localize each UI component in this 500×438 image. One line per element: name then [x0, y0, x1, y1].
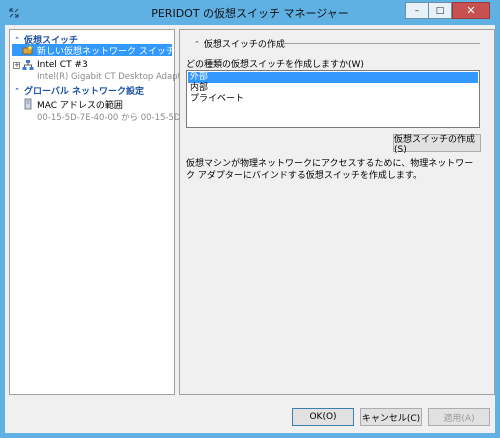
collapse-chevron-icon: ⌃ — [194, 39, 200, 48]
sidebar-item-label: 新しい仮想ネットワーク スイッチ — [37, 46, 175, 57]
expand-toggle-icon[interactable]: + — [13, 62, 20, 69]
close-icon: ✕ — [466, 4, 476, 17]
switch-type-description: 仮想マシンが物理ネットワークにアクセスするために、物理ネットワーク アダプターに… — [186, 159, 474, 181]
sidebar-item-mac-address-range[interactable]: MAC アドレスの範囲 — [22, 98, 123, 111]
new-switch-icon — [22, 44, 34, 56]
switch-manager-window: PERIDOT の仮想スイッチ マネージャー – □ ✕ ⌃ 仮想スイッチ 新し… — [0, 0, 500, 438]
list-item-external[interactable]: 外部 — [188, 72, 478, 83]
adapter-description: Intel(R) Gigabit CT Desktop Adapt... — [37, 72, 190, 82]
maximize-icon: □ — [435, 5, 445, 16]
dialog-body: ⌃ 仮想スイッチ 新しい仮想ネットワーク スイッチ + Intel CT #3 … — [5, 25, 495, 433]
section-divider — [284, 43, 480, 44]
cancel-button[interactable]: キャンセル(C) — [360, 408, 422, 426]
sidebar-item-label: Intel CT #3 — [37, 60, 88, 70]
list-item-private[interactable]: プライベート — [188, 94, 480, 105]
apply-button[interactable]: 適用(A) — [428, 408, 490, 426]
switch-type-listbox[interactable]: 外部 内部 プライベート — [186, 70, 480, 128]
maximize-button[interactable]: □ — [428, 2, 452, 19]
section-header-label: グローバル ネットワーク設定 — [24, 87, 145, 97]
ok-button[interactable]: OK(O) — [292, 408, 354, 426]
minimize-icon: – — [414, 5, 420, 16]
mac-address-icon — [22, 98, 34, 110]
section-title-label: 仮想スイッチの作成 — [203, 40, 285, 50]
sidebar-item-new-virtual-switch[interactable]: 新しい仮想ネットワーク スイッチ — [12, 44, 175, 57]
create-virtual-switch-button[interactable]: 仮想スイッチの作成(S) — [393, 134, 481, 155]
navigation-pane: ⌃ 仮想スイッチ 新しい仮想ネットワーク スイッチ + Intel CT #3 … — [9, 29, 192, 395]
content-pane: ⌃ 仮想スイッチの作成 どの種類の仮想スイッチを作成しますか(W) 外部 内部 … — [179, 29, 495, 395]
section-title: ⌃ 仮想スイッチの作成 — [194, 37, 285, 51]
collapse-chevron-icon: ⌃ — [14, 86, 20, 95]
close-button[interactable]: ✕ — [452, 2, 490, 19]
network-switch-icon — [22, 59, 34, 71]
title-bar[interactable]: PERIDOT の仮想スイッチ マネージャー – □ ✕ — [1, 1, 499, 25]
sidebar-item-label: MAC アドレスの範囲 — [37, 100, 123, 111]
minimize-button[interactable]: – — [405, 2, 429, 19]
collapse-chevron-icon: ⌃ — [14, 35, 20, 44]
switch-type-prompt: どの種類の仮想スイッチを作成しますか(W) — [186, 60, 364, 70]
list-item-internal[interactable]: 内部 — [188, 83, 480, 94]
mac-range-description: 00-15-5D-7E-40-00 から 00-15-5D-... — [37, 113, 192, 123]
sidebar-item-intel-ct-3[interactable]: Intel CT #3 — [22, 59, 88, 71]
section-header-global-network-settings[interactable]: ⌃ グローバル ネットワーク設定 — [13, 84, 145, 98]
